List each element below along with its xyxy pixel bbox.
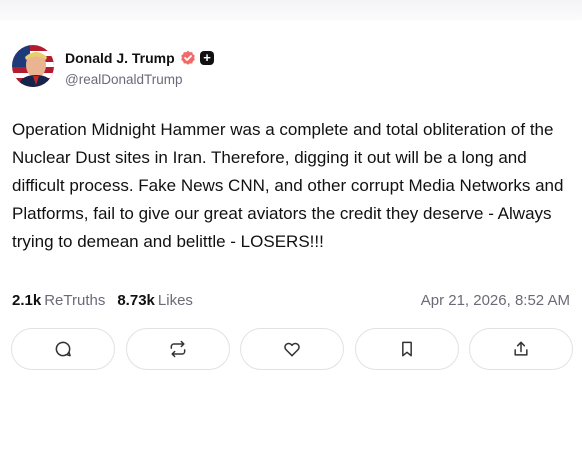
post-timestamp: Apr 21, 2026, 8:52 AM (420, 292, 570, 309)
bookmark-icon (401, 341, 412, 357)
verified-badge-icon (181, 50, 195, 65)
avatar[interactable] (12, 45, 54, 87)
retruths-label[interactable]: ReTruths (44, 292, 105, 309)
post-body: Operation Midnight Hammer was a complete… (12, 120, 564, 251)
likes-label[interactable]: Likes (158, 292, 193, 309)
like-icon (284, 342, 300, 357)
retruth-button[interactable] (125, 328, 230, 370)
author-name[interactable]: Donald J. Trump (65, 50, 175, 66)
reply-button[interactable] (11, 328, 115, 370)
likes-count[interactable]: 8.73k (117, 292, 155, 309)
retruths-count[interactable]: 2.1k (12, 292, 41, 309)
bookmark-button[interactable] (354, 328, 459, 370)
share-button[interactable] (469, 328, 573, 370)
post-stats: 2.1k ReTruths 8.73k Likes (12, 292, 193, 312)
share-icon (514, 341, 528, 356)
reply-icon (55, 341, 71, 357)
like-button[interactable] (240, 328, 344, 370)
avatar-image (12, 45, 54, 87)
plus-badge-icon: + (200, 51, 214, 65)
author-handle[interactable]: @realDonaldTrump (65, 72, 183, 87)
truth-post: Donald J. Trump + @realDonaldTrump Opera… (0, 0, 582, 458)
retruth-icon (170, 340, 185, 358)
action-bar (11, 328, 573, 372)
